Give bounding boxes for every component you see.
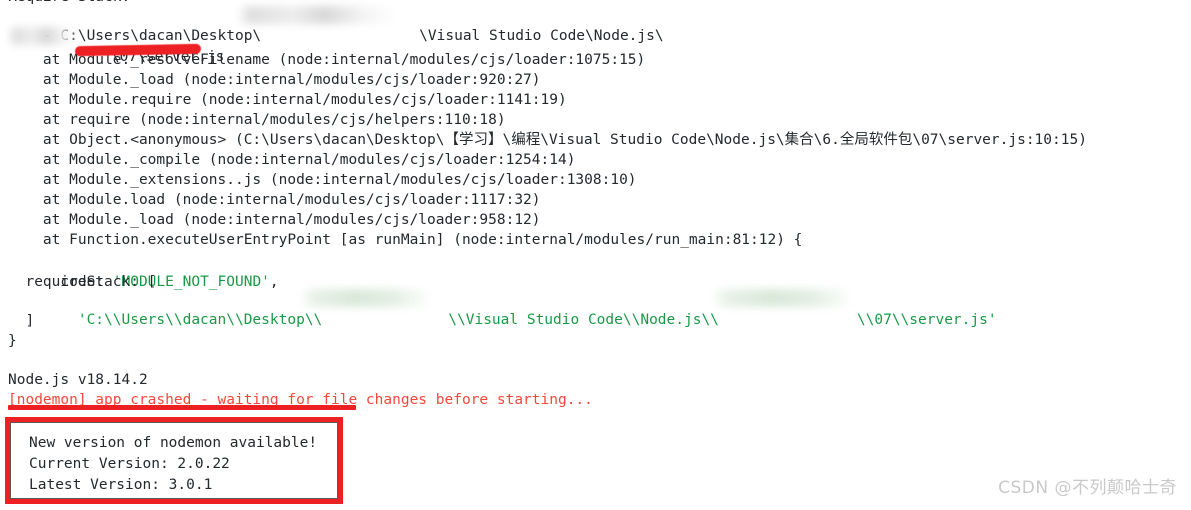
- error-object-brace-close: }: [8, 333, 17, 349]
- nodemon-update-title: New version of nodemon available!: [29, 435, 318, 451]
- require-stack-entry-mid: \\Visual Studio Code\\Node.js\\: [448, 312, 719, 328]
- nodemon-crashed-line: [nodemon] app crashed - waiting for file…: [8, 392, 593, 408]
- terminal-output: Require Stack: - C:\Users\dacan\Desktop\…: [0, 0, 1191, 510]
- require-stack-bracket-close: ]: [8, 313, 35, 329]
- stack-frame-5: at Object.<anonymous> (C:\Users\dacan\De…: [8, 132, 1087, 148]
- require-stack-entry-tail: \\07\\server.js': [856, 312, 997, 328]
- require-stack-key: requireStack: [: [8, 274, 157, 290]
- error-code-comma: ,: [269, 274, 279, 290]
- csdn-watermark: CSDN @不列颠哈士奇: [998, 478, 1177, 498]
- stack-frame-4: at require (node:internal/modules/cjs/he…: [8, 112, 506, 128]
- require-stack-path-1-tail: \Visual Studio Code\Node.js\: [419, 28, 664, 44]
- nodemon-current-version-line: Current Version: 2.0.22: [29, 456, 230, 472]
- stack-frame-9: at Module._load (node:internal/modules/c…: [8, 212, 541, 228]
- require-stack-entry-head: 'C:\\Users\\dacan\\Desktop\\: [42, 312, 323, 328]
- stack-frame-2: at Module._load (node:internal/modules/c…: [8, 72, 541, 88]
- nodemon-update-notification-box: New version of nodemon available! Curren…: [5, 417, 343, 504]
- stack-frame-10: at Function.executeUserEntryPoint [as ru…: [8, 232, 803, 248]
- nodemon-update-notification-content: New version of nodemon available! Curren…: [10, 422, 338, 499]
- node-version-line: Node.js v18.14.2: [8, 372, 148, 388]
- nodemon-latest-version-line: Latest Version: 3.0.1: [29, 477, 213, 493]
- stack-frame-6: at Module._compile (node:internal/module…: [8, 152, 576, 168]
- stack-frame-7: at Module._extensions..js (node:internal…: [8, 172, 637, 188]
- stack-frame-1: at Module._resolveFilename (node:interna…: [8, 52, 646, 68]
- stack-frame-3: at Module.require (node:internal/modules…: [8, 92, 567, 108]
- stack-frame-8: at Module.load (node:internal/modules/cj…: [8, 192, 541, 208]
- require-stack-entry: 'C:\\Users\\dacan\\Desktop\\ \\Visual Stu…: [8, 290, 997, 350]
